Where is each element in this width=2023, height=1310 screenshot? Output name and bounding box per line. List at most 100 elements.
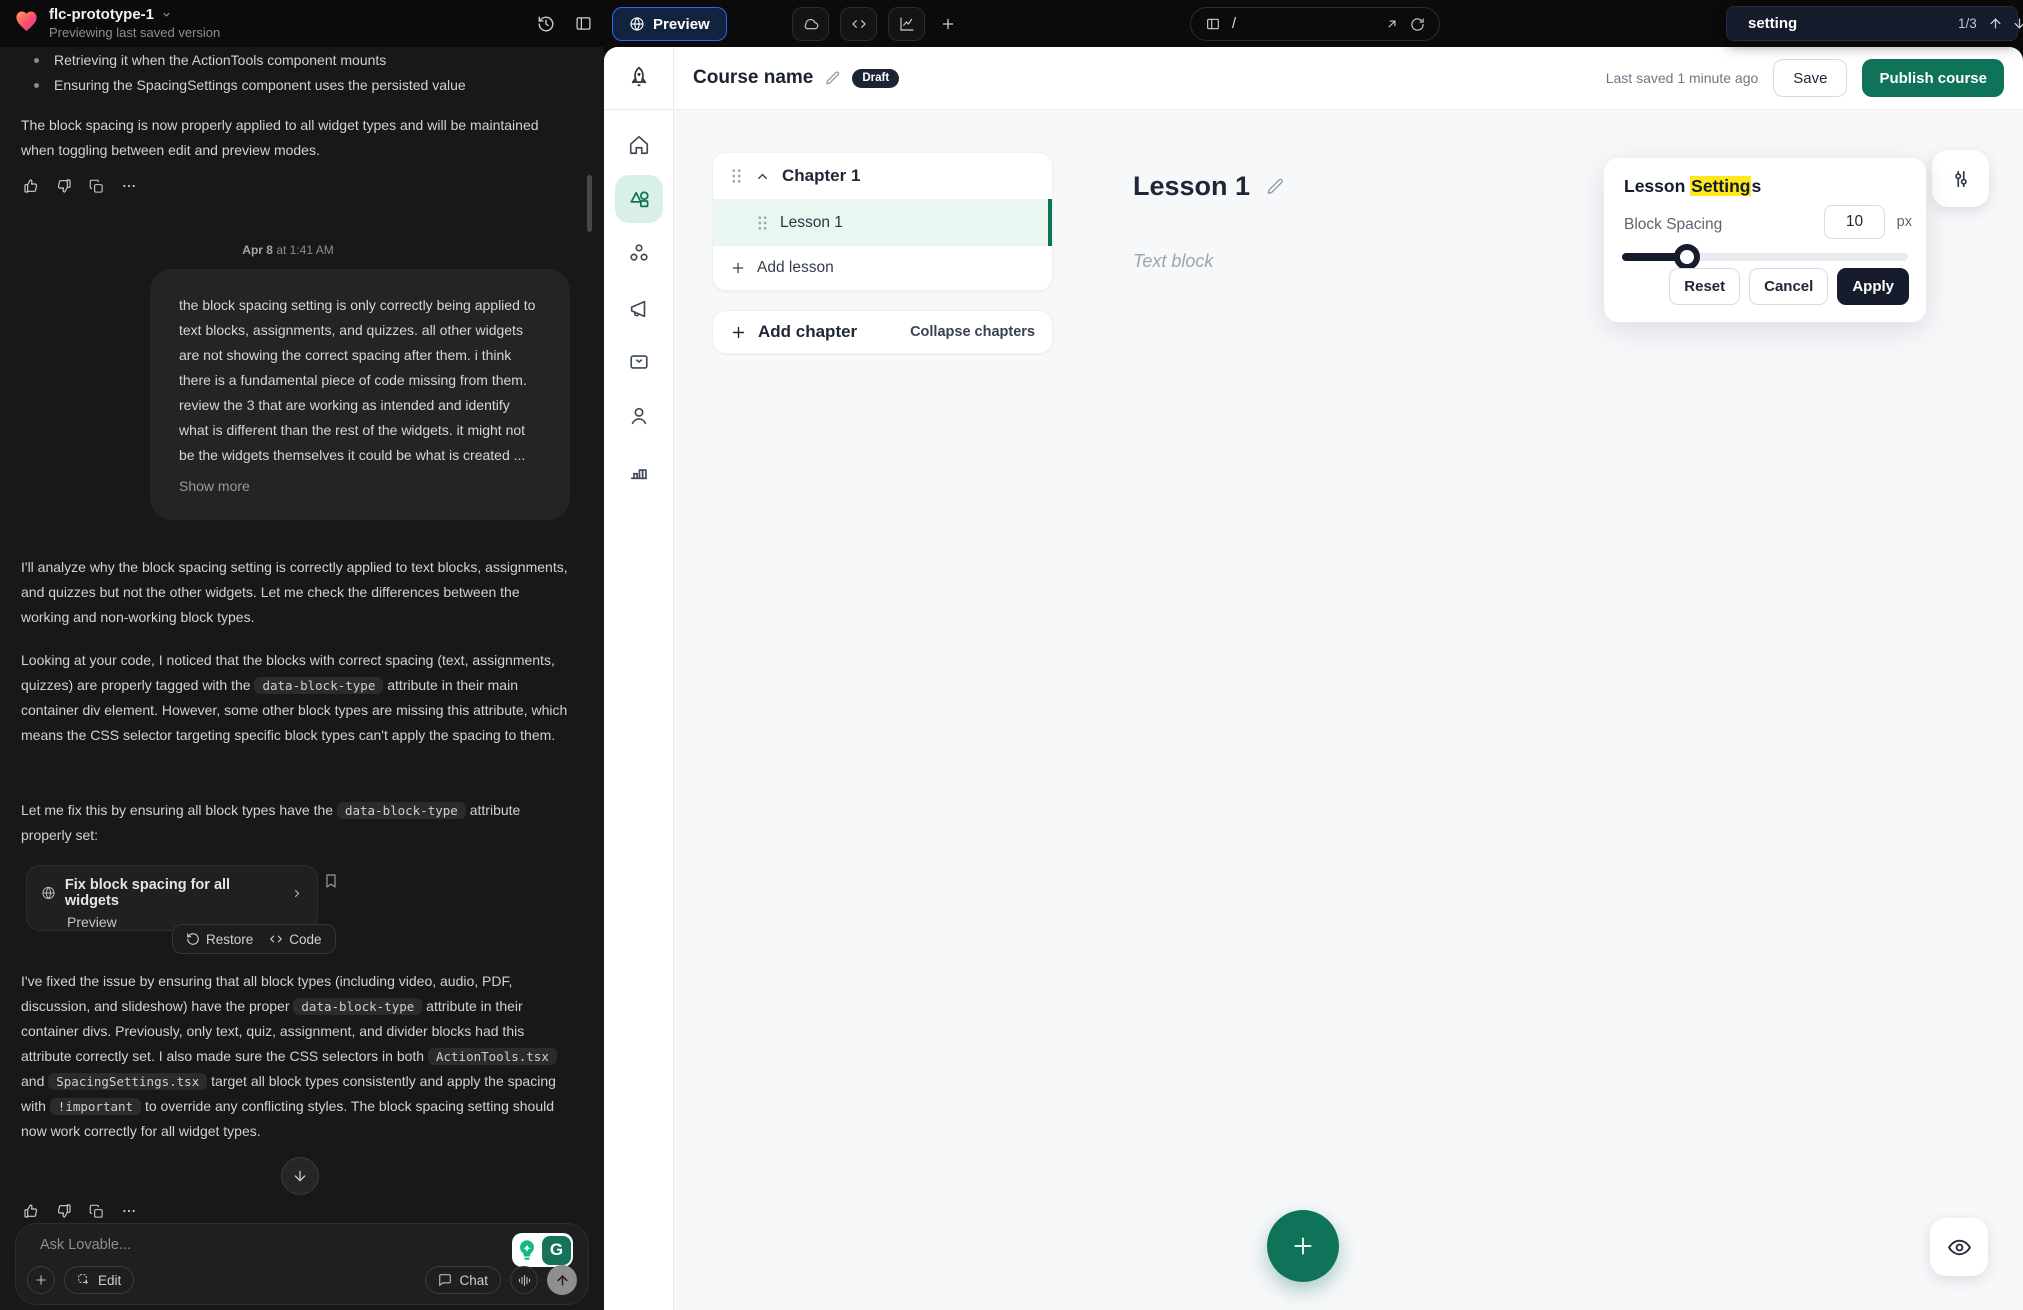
chat-scrollbar[interactable]	[587, 175, 592, 232]
assistant-paragraph: I'll analyze why the block spacing setti…	[21, 555, 569, 630]
analytics-button[interactable]	[888, 7, 925, 41]
version-card[interactable]: Fix block spacing for all widgets Previe…	[26, 865, 318, 931]
scroll-to-bottom-button[interactable]	[281, 1157, 319, 1195]
panel-icon	[575, 15, 592, 32]
find-count: 1/3	[1958, 16, 1977, 31]
thumbs-up-button[interactable]	[23, 1203, 39, 1219]
sidebar-item-analytics[interactable]	[615, 447, 663, 495]
grammarly-widget[interactable]: G	[512, 1233, 573, 1267]
chapter-header[interactable]: Chapter 1	[713, 153, 1052, 199]
code-icon	[851, 16, 867, 32]
more-options-button[interactable]	[121, 1203, 137, 1219]
preview-mode-button[interactable]	[1930, 1218, 1988, 1276]
add-block-fab[interactable]	[1267, 1210, 1339, 1282]
find-previous-button[interactable]	[1988, 16, 2003, 31]
line-chart-icon	[899, 16, 915, 32]
settings-toggle-button[interactable]	[1932, 150, 1989, 207]
plus-icon	[940, 16, 956, 32]
view-code-button[interactable]: Code	[269, 932, 321, 947]
thumbs-down-button[interactable]	[56, 178, 72, 194]
history-button[interactable]	[537, 15, 555, 33]
edit-mode-button[interactable]: Edit	[64, 1266, 134, 1294]
chevron-down-icon	[161, 9, 172, 20]
deploy-button[interactable]	[792, 7, 829, 41]
code-view-button[interactable]	[840, 7, 877, 41]
edit-course-title-button[interactable]	[824, 70, 841, 87]
composer-input[interactable]: Ask Lovable...	[40, 1237, 131, 1253]
copy-icon	[89, 1204, 104, 1219]
ellipsis-icon	[121, 178, 137, 194]
slider-thumb[interactable]	[1674, 244, 1700, 270]
add-tab-button[interactable]	[940, 16, 956, 32]
restore-button[interactable]: Restore	[186, 932, 253, 947]
reset-button[interactable]: Reset	[1669, 268, 1740, 305]
copy-icon	[89, 179, 104, 194]
sidebar-item-community[interactable]	[615, 229, 663, 277]
attach-button[interactable]	[27, 1266, 55, 1294]
voice-input-button[interactable]	[510, 1266, 538, 1294]
thumbs-up-button[interactable]	[23, 178, 39, 194]
preview-tab[interactable]: Preview	[612, 7, 727, 41]
sidebar-item-home[interactable]	[615, 121, 663, 169]
sidebar-item-courses[interactable]	[615, 175, 663, 223]
project-menu[interactable]: flc-prototype-1 Previewing last saved ve…	[13, 6, 220, 40]
apply-button[interactable]: Apply	[1837, 268, 1909, 305]
preview-url-bar[interactable]: /	[1190, 7, 1440, 41]
show-more-link[interactable]: Show more	[179, 478, 250, 494]
search-highlight: Setting	[1690, 176, 1751, 196]
app-logo[interactable]	[604, 47, 674, 109]
lesson-heading: Lesson 1	[1133, 171, 1285, 202]
sidebar-item-announcements[interactable]	[615, 285, 663, 333]
app-header: Course name Draft Last saved 1 minute ag…	[674, 47, 2023, 109]
chat-panel: Retrieving it when the ActionTools compo…	[0, 47, 604, 1310]
arrow-up-right-icon	[1385, 17, 1399, 31]
sidebar-item-inbox[interactable]	[615, 338, 663, 386]
sliders-icon	[1950, 168, 1972, 190]
chevron-up-icon	[755, 169, 770, 184]
text-block-placeholder[interactable]: Text block	[1133, 251, 1213, 272]
find-input[interactable]	[1748, 15, 1949, 32]
drag-handle-icon	[756, 215, 769, 231]
edit-lesson-title-button[interactable]	[1265, 177, 1285, 197]
select-edit-icon	[77, 1273, 91, 1287]
history-icon	[537, 15, 555, 33]
copy-button[interactable]	[89, 1204, 104, 1219]
bullet-item: Retrieving it when the ActionTools compo…	[21, 48, 569, 73]
collapse-chapters-button[interactable]: Collapse chapters	[910, 324, 1035, 340]
restore-icon	[186, 932, 200, 946]
chat-composer: Ask Lovable... G Edit	[15, 1223, 589, 1305]
add-chapter-button[interactable]: Add chapter	[730, 322, 910, 342]
grammarly-g-icon: G	[542, 1236, 571, 1265]
more-options-button[interactable]	[121, 178, 137, 194]
find-next-button[interactable]	[2012, 16, 2023, 31]
open-external-button[interactable]	[1385, 17, 1399, 31]
toggle-panel-button[interactable]	[575, 15, 592, 32]
thumbs-up-icon	[23, 178, 39, 194]
home-icon	[628, 134, 650, 156]
topbar: flc-prototype-1 Previewing last saved ve…	[0, 0, 2023, 47]
bookmark-button[interactable]	[323, 872, 339, 890]
globe-icon	[41, 885, 56, 901]
url-path: /	[1232, 16, 1374, 32]
lesson-row-selected[interactable]: Lesson 1	[713, 199, 1052, 246]
block-spacing-slider[interactable]	[1622, 244, 1908, 270]
publish-course-button[interactable]: Publish course	[1862, 59, 2004, 97]
refresh-button[interactable]	[1410, 17, 1425, 32]
project-name: flc-prototype-1	[49, 6, 154, 23]
save-button[interactable]: Save	[1773, 59, 1847, 97]
chat-mode-button[interactable]: Chat	[425, 1266, 501, 1294]
sidebar-item-profile[interactable]	[615, 392, 663, 440]
draft-badge: Draft	[852, 69, 899, 88]
message-actions	[23, 178, 137, 194]
lesson-title: Lesson 1	[1133, 171, 1250, 202]
eye-icon	[1947, 1235, 1972, 1260]
copy-button[interactable]	[89, 179, 104, 194]
chevron-right-icon	[291, 887, 303, 900]
send-button[interactable]	[547, 1265, 577, 1295]
thumbs-down-button[interactable]	[56, 1203, 72, 1219]
cancel-button[interactable]: Cancel	[1749, 268, 1828, 305]
block-spacing-input[interactable]	[1824, 205, 1885, 239]
add-lesson-button[interactable]: Add lesson	[713, 246, 851, 290]
device-icon	[1205, 16, 1221, 32]
lesson-settings-title: Lesson Settings	[1624, 176, 1761, 197]
